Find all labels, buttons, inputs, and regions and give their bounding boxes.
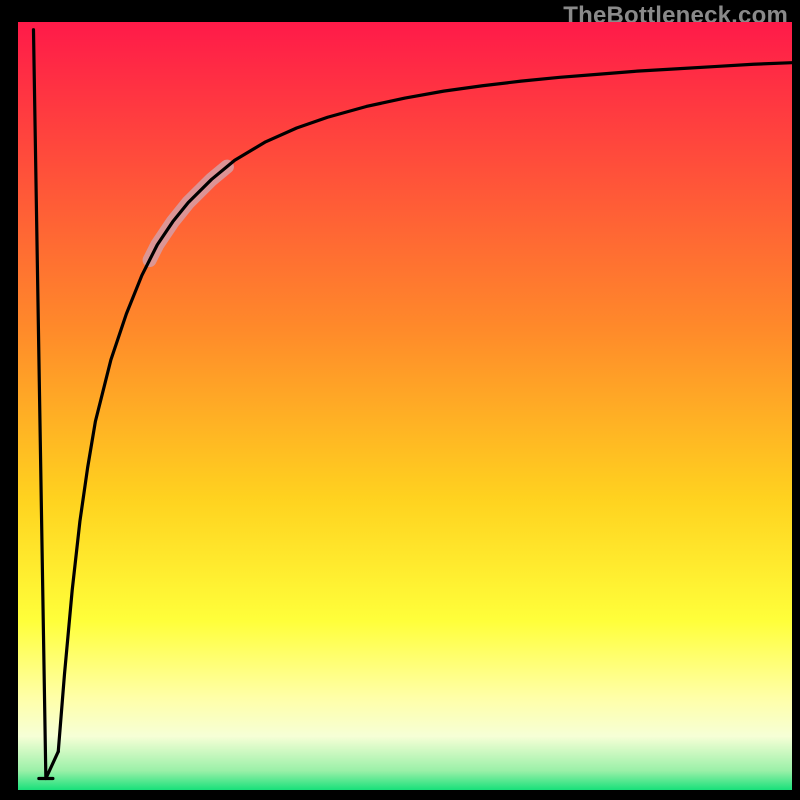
chart-frame: TheBottleneck.com (0, 0, 800, 800)
plot-area (18, 22, 792, 790)
gradient-background (18, 22, 792, 790)
